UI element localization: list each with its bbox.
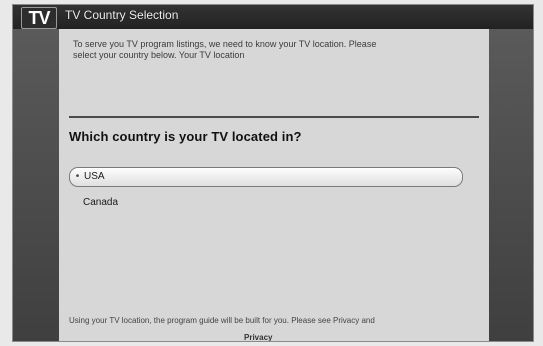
tv-logo: TV bbox=[21, 7, 57, 29]
section-divider bbox=[69, 116, 479, 118]
setup-window: TV TV Country Selection To serve you TV … bbox=[12, 4, 534, 342]
intro-text: To serve you TV program listings, we nee… bbox=[73, 39, 471, 61]
footer-text: Using your TV location, the program guid… bbox=[69, 315, 479, 341]
privacy-link[interactable]: Privacy bbox=[244, 332, 272, 341]
right-rail bbox=[487, 29, 533, 341]
country-option-canada[interactable]: Canada bbox=[69, 194, 471, 212]
country-options: • USA Canada bbox=[69, 167, 471, 271]
country-question: Which country is your TV located in? bbox=[69, 129, 302, 144]
intro-line-2: select your country below. Your TV locat… bbox=[73, 50, 245, 60]
country-option-label: USA bbox=[84, 171, 105, 182]
country-option-label: Canada bbox=[83, 197, 119, 208]
left-rail bbox=[13, 29, 59, 341]
country-option-usa[interactable]: • USA bbox=[69, 167, 463, 187]
footer-line-1: Using your TV location, the program guid… bbox=[69, 316, 375, 325]
intro-line-1: To serve you TV program listings, we nee… bbox=[73, 39, 377, 49]
title-bar: TV TV Country Selection bbox=[13, 5, 533, 29]
window-title: TV Country Selection bbox=[65, 8, 179, 22]
selected-bullet-icon: • bbox=[75, 171, 80, 182]
content-panel: To serve you TV program listings, we nee… bbox=[59, 29, 489, 341]
